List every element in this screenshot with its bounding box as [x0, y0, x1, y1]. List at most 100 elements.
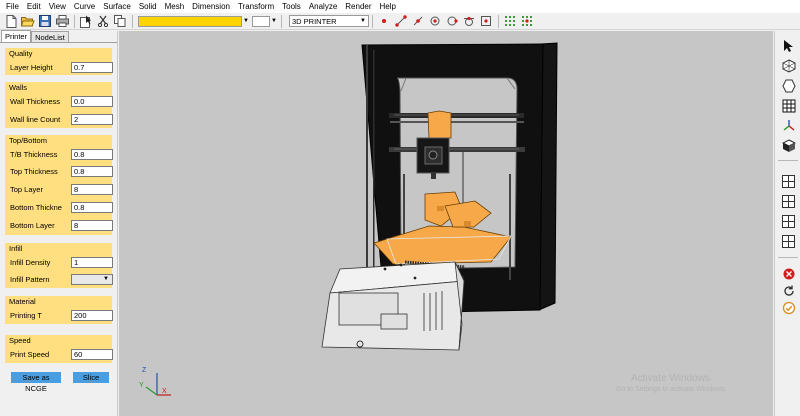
menu-view[interactable]: View	[45, 0, 70, 13]
wall-thickness-row: Wall Thickness 0.0	[10, 95, 113, 107]
bottom-thickness-input[interactable]: 0.8	[71, 201, 113, 213]
mid-snap-icon[interactable]	[410, 14, 426, 29]
view-combo[interactable]: 3D PRINTER ▼	[289, 15, 369, 27]
speed-title: Speed	[9, 336, 31, 345]
tangent-snap-icon[interactable]	[461, 14, 477, 29]
activation-watermark: Activate Windows	[631, 373, 710, 384]
tab-printer[interactable]: Printer	[1, 30, 32, 42]
tab-nodelist[interactable]: NodeList	[31, 31, 69, 42]
close-icon[interactable]	[780, 265, 797, 282]
toolbar-separator	[498, 14, 499, 28]
open-folder-icon[interactable]	[20, 14, 36, 29]
chevron-down-icon[interactable]: ▼	[242, 16, 250, 27]
speed-group: Speed Print Speed 60	[5, 335, 113, 363]
material-title: Material	[9, 297, 36, 306]
select-icon[interactable]	[78, 14, 94, 29]
tb-thickness-input[interactable]: 0.8	[71, 148, 113, 160]
bottom-layer-input[interactable]: 8	[71, 219, 113, 231]
bottom-thickness-label: Bottom Thickne	[10, 202, 62, 212]
layer-height-input[interactable]: 0.7	[71, 61, 113, 73]
print-speed-input[interactable]: 60	[71, 348, 113, 360]
menu-surface[interactable]: Surface	[99, 0, 135, 13]
snap-grid-icon[interactable]	[519, 14, 535, 29]
menu-tools[interactable]: Tools	[278, 0, 305, 13]
new-file-icon[interactable]	[3, 14, 19, 29]
axes-icon[interactable]	[780, 117, 797, 134]
toolbar-separator	[74, 14, 75, 28]
toolbar-separator	[281, 14, 282, 28]
layout-vertical-icon[interactable]	[780, 233, 797, 250]
print-speed-label: Print Speed	[10, 349, 50, 359]
axis-gizmo	[145, 373, 171, 396]
wall-line-count-input[interactable]: 2	[71, 113, 113, 125]
toolbar-separator	[372, 14, 373, 28]
chevron-down-icon[interactable]: ▼	[270, 16, 278, 27]
3d-viewport[interactable]: Z Y X Activate Windows Go to Settings to…	[119, 31, 773, 416]
rotate-icon[interactable]	[780, 282, 797, 299]
point-snap-icon[interactable]	[376, 14, 392, 29]
layout-horizontal-icon[interactable]	[780, 213, 797, 230]
menu-dimension[interactable]: Dimension	[188, 0, 234, 13]
menu-edit[interactable]: Edit	[23, 0, 45, 13]
top-layer-input[interactable]: 8	[71, 183, 113, 195]
infill-density-label: Infill Density	[10, 257, 51, 267]
infill-pattern-select[interactable]: ▼	[71, 273, 113, 285]
bottom-layer-row: Bottom Layer 8	[10, 219, 113, 231]
wall-thickness-label: Wall Thickness	[10, 96, 61, 106]
walls-title: Walls	[9, 83, 28, 92]
wall-line-count-row: Wall line Count 2	[10, 113, 113, 125]
pointer-icon[interactable]	[780, 37, 797, 54]
menu-file[interactable]: File	[2, 0, 23, 13]
toolbar-separator	[132, 14, 133, 28]
print-speed-row: Print Speed 60	[10, 348, 113, 360]
view-toolbar	[774, 31, 800, 416]
activation-watermark-sub: Go to Settings to activate Windows.	[616, 386, 727, 393]
near-snap-icon[interactable]	[478, 14, 494, 29]
axis-x-label: X	[162, 388, 167, 395]
hexagon-icon[interactable]	[780, 77, 797, 94]
slice-button[interactable]: Slice	[73, 372, 109, 383]
top-thickness-row: Top Thickness 0.8	[10, 165, 113, 177]
infill-density-input[interactable]: 1	[71, 256, 113, 268]
bottom-layer-label: Bottom Layer	[10, 220, 55, 230]
end-snap-icon[interactable]	[393, 14, 409, 29]
right-separator	[778, 160, 798, 161]
infill-title: Infill	[9, 244, 23, 253]
menu-help[interactable]: Help	[376, 0, 400, 13]
save-icon[interactable]	[37, 14, 53, 29]
menu-analyze[interactable]: Analyze	[305, 0, 341, 13]
layout-quad-icon[interactable]	[780, 193, 797, 210]
center-snap-icon[interactable]	[427, 14, 443, 29]
tb-thickness-label: T/B Thickness	[10, 149, 58, 159]
quality-group: Quality Layer Height 0.7	[5, 48, 113, 75]
menu-curve[interactable]: Curve	[70, 0, 99, 13]
check-icon[interactable]	[780, 299, 797, 316]
top-layer-label: Top Layer	[10, 184, 43, 194]
wall-thickness-input[interactable]: 0.0	[71, 95, 113, 107]
menu-render[interactable]: Render	[341, 0, 375, 13]
cube-icon[interactable]	[780, 137, 797, 154]
control-box	[321, 261, 465, 351]
menu-solid[interactable]: Solid	[135, 0, 161, 13]
save-as-ncge-button[interactable]: Save as NCGE	[11, 372, 61, 393]
wireframe-icon[interactable]	[780, 57, 797, 74]
menu-transform[interactable]: Transform	[234, 0, 278, 13]
toolbar: ▼ ▼ 3D PRINTER ▼	[0, 13, 800, 30]
linetype-picker[interactable]	[252, 15, 270, 27]
printing-temp-input[interactable]: 200	[71, 309, 113, 321]
grid-icon[interactable]	[502, 14, 518, 29]
menu-mesh[interactable]: Mesh	[161, 0, 189, 13]
layer-height-row: Layer Height 0.7	[10, 61, 113, 73]
color-picker[interactable]	[138, 15, 242, 27]
wall-line-count-label: Wall line Count	[10, 114, 61, 124]
copy-icon[interactable]	[112, 14, 128, 29]
printing-temp-label: Printing T	[10, 310, 42, 320]
cut-icon[interactable]	[95, 14, 111, 29]
table-icon[interactable]	[780, 97, 797, 114]
view-combo-value: 3D PRINTER	[292, 16, 337, 26]
print-icon[interactable]	[54, 14, 70, 29]
layout-single-icon[interactable]	[780, 173, 797, 190]
top-thickness-input[interactable]: 0.8	[71, 165, 113, 177]
top-layer-row: Top Layer 8	[10, 183, 113, 195]
quad-snap-icon[interactable]	[444, 14, 460, 29]
